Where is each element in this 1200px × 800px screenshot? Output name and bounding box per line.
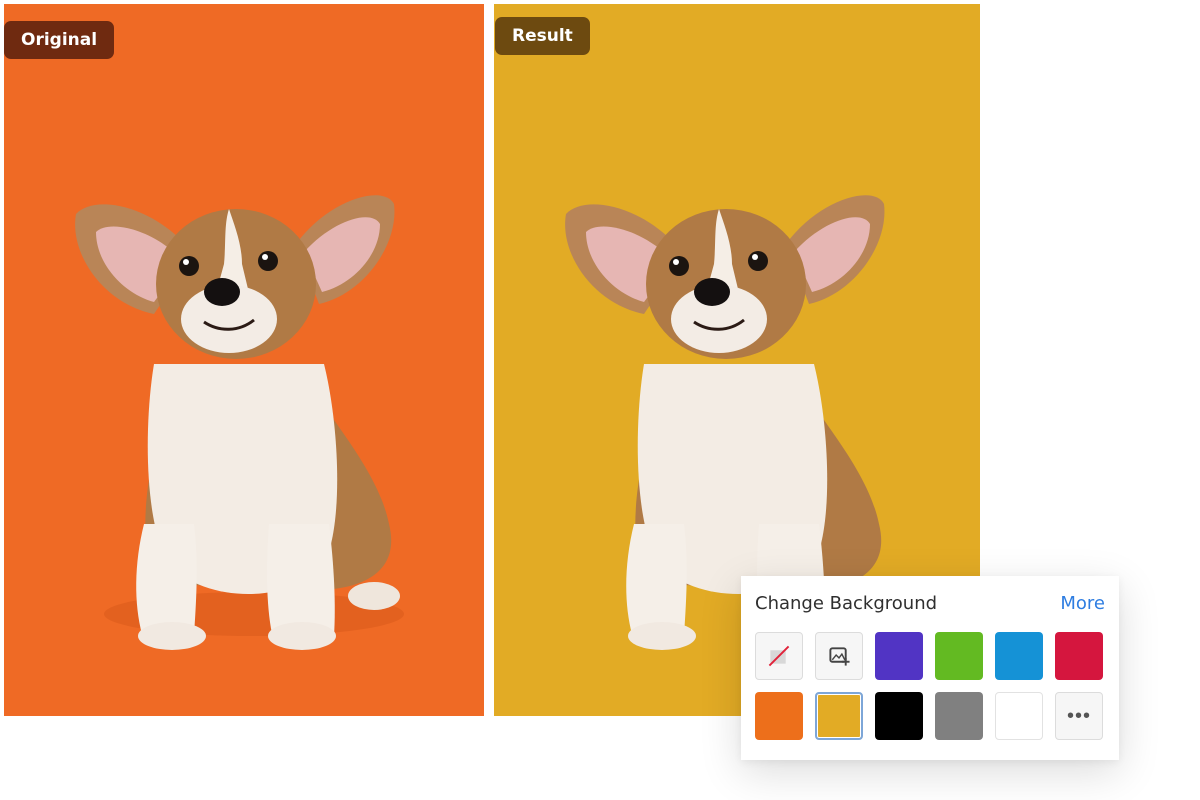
no-background-swatch[interactable]: [755, 632, 803, 680]
color-swatch-black[interactable]: [875, 692, 923, 740]
more-dots-icon: •••: [1066, 704, 1091, 727]
result-label: Result: [495, 17, 590, 55]
change-background-panel: Change Background More •••: [741, 576, 1119, 760]
color-swatch-purple[interactable]: [875, 632, 923, 680]
more-backgrounds-link[interactable]: More: [1060, 593, 1105, 614]
upload-image-swatch[interactable]: [815, 632, 863, 680]
add-image-icon: [829, 647, 850, 666]
color-swatch-yellow-selected[interactable]: [815, 692, 863, 740]
color-swatch-red[interactable]: [1055, 632, 1103, 680]
color-swatch-orange[interactable]: [755, 692, 803, 740]
no-background-icon: [768, 645, 790, 667]
more-colors-swatch[interactable]: •••: [1055, 692, 1103, 740]
original-image-panel: Original: [4, 4, 484, 716]
color-swatch-white[interactable]: [995, 692, 1043, 740]
color-swatch-blue[interactable]: [995, 632, 1043, 680]
color-swatch-gray[interactable]: [935, 692, 983, 740]
color-swatch-green[interactable]: [935, 632, 983, 680]
corgi-puppy-image: [75, 195, 404, 650]
change-background-title: Change Background: [755, 593, 938, 614]
original-label: Original: [4, 21, 115, 59]
